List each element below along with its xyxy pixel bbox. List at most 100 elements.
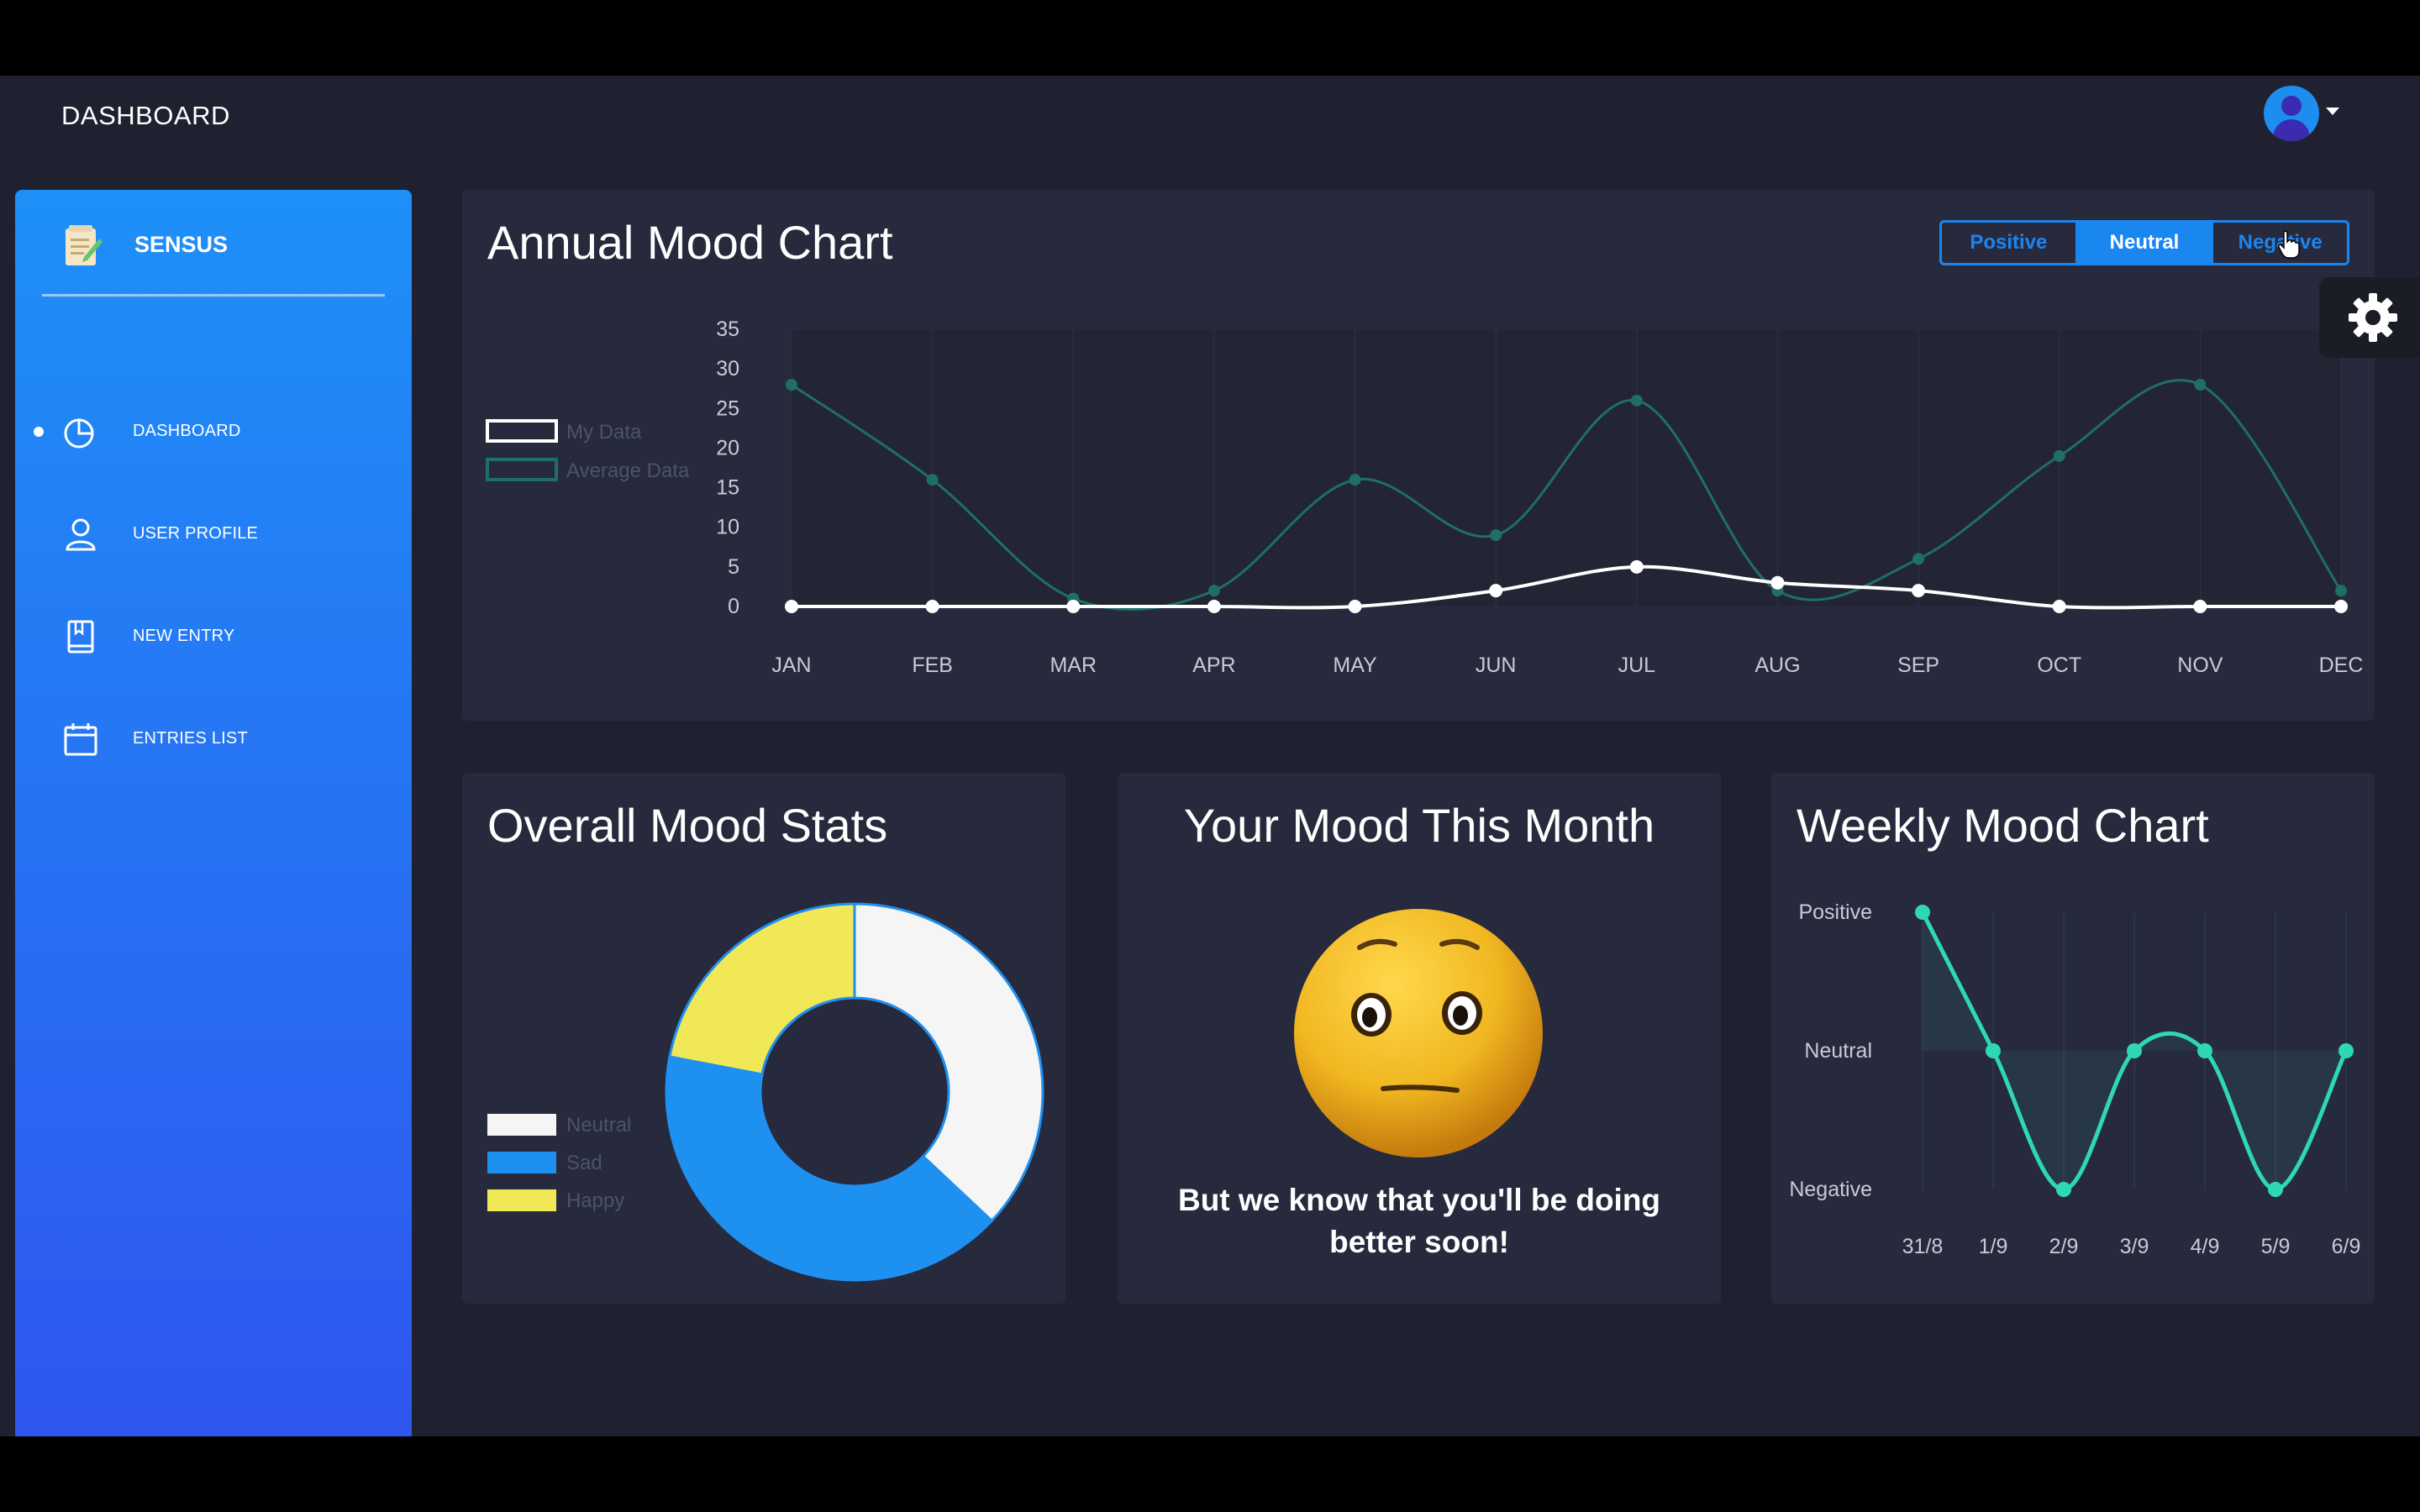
y-tick-label: 15 <box>716 476 739 500</box>
legend-swatch <box>487 1189 556 1211</box>
card-title: Your Mood This Month <box>1183 799 1655 852</box>
data-point <box>2197 1043 2212 1058</box>
data-point <box>1489 584 1503 598</box>
user-icon <box>66 518 96 551</box>
data-point <box>785 600 798 613</box>
sidebar-item-label: NEW ENTRY <box>133 627 235 645</box>
legend-swatch <box>487 1114 556 1136</box>
y-tick-label: 20 <box>716 436 739 459</box>
legend-label: Neutral <box>566 1114 631 1137</box>
data-point <box>1770 575 1785 590</box>
y-tick-label: 0 <box>728 595 739 618</box>
hand-cursor-icon <box>2278 230 2300 259</box>
top-bar: DASHBOARD <box>0 76 2420 156</box>
data-point <box>2194 379 2207 391</box>
avatar[interactable] <box>2264 86 2319 141</box>
data-point <box>1986 1043 2001 1058</box>
x-tick-label: DEC <box>2319 654 2364 677</box>
y-tick-label: Positive <box>1798 900 1872 924</box>
data-point <box>1912 584 1926 598</box>
overall-stats-card: Overall Mood Stats Neutral Sad Happy <box>462 773 1065 1304</box>
data-point <box>2056 1182 2071 1197</box>
sidebar: SENSUS DASHBOARD USER PROFILE NEW ENTRY … <box>15 190 412 1436</box>
x-tick-label: OCT <box>2037 654 2081 677</box>
x-tick-label: JUN <box>1476 654 1517 677</box>
x-tick-label: 6/9 <box>2332 1235 2361 1258</box>
brand-name: SENSUS <box>134 232 229 257</box>
data-point <box>1349 474 1361 486</box>
page-title: DASHBOARD <box>61 101 230 130</box>
x-tick-label: SEP <box>1897 654 1939 677</box>
sidebar-item-new-entry[interactable]: NEW ENTRY <box>15 606 412 665</box>
data-point <box>2053 449 2065 462</box>
y-tick-label: Negative <box>1789 1178 1872 1201</box>
data-point <box>1915 905 1930 920</box>
sidebar-item-label: ENTRIES LIST <box>133 729 248 748</box>
brand-divider <box>42 294 385 297</box>
worried-face-emoji <box>1294 909 1543 1158</box>
settings-button[interactable] <box>2319 277 2420 358</box>
calendar-icon <box>64 723 97 756</box>
notepad-icon <box>66 225 103 265</box>
legend-swatch <box>486 419 558 443</box>
data-point <box>2334 600 2348 613</box>
y-tick-label: 30 <box>716 357 739 381</box>
data-point <box>2127 1043 2142 1058</box>
x-tick-label: MAR <box>1050 654 1097 677</box>
weekly-chart: 31/8 1/9 2/9 3/9 4/9 5/9 6/9 Negative Neutral Pos… <box>1789 900 2361 1258</box>
app-window: DASHBOARD SENSUS DASHBOARD USER PROFILE … <box>0 76 2420 1436</box>
book-icon <box>67 620 94 654</box>
x-tick-label: JUL <box>1618 654 1656 677</box>
sidebar-item-entries-list[interactable]: ENTRIES LIST <box>15 709 412 768</box>
x-tick-label: NOV <box>2177 654 2223 677</box>
x-tick-label: 2/9 <box>2049 1235 2079 1258</box>
data-point <box>2268 1182 2283 1197</box>
pie-chart-icon <box>64 418 94 449</box>
legend-label: Average Data <box>566 459 690 482</box>
gear-icon <box>2349 293 2397 342</box>
x-tick-label: 1/9 <box>1979 1235 2008 1258</box>
y-tick-label: 25 <box>716 396 739 420</box>
annual-mood-card: Annual Mood Chart Positive Neutral Negat… <box>462 190 2375 721</box>
donut-slice <box>853 902 1044 1223</box>
active-indicator <box>34 427 44 437</box>
data-point <box>926 474 939 486</box>
y-tick-label: 10 <box>716 516 739 539</box>
x-tick-label: 4/9 <box>2191 1235 2220 1258</box>
data-point <box>2335 585 2347 597</box>
data-point <box>1207 585 1220 597</box>
chevron-down-icon[interactable] <box>2326 108 2339 115</box>
data-point <box>1490 529 1502 542</box>
mood-donut-chart: Neutral Sad Happy <box>487 902 1044 1282</box>
mood-message: But we know that you'll be doing better … <box>1177 1183 1661 1259</box>
sidebar-item-dashboard[interactable]: DASHBOARD <box>15 402 412 460</box>
legend-label: Sad <box>566 1152 602 1174</box>
data-point <box>1066 600 1081 613</box>
x-tick-label: 5/9 <box>2261 1235 2291 1258</box>
weekly-mood-card: Weekly Mood Chart 31/8 1/9 2/9 3/9 4/9 5/9 6/9… <box>1771 773 2375 1304</box>
y-tick-label: 35 <box>716 318 739 341</box>
legend-swatch <box>487 1152 556 1173</box>
data-point <box>1912 553 1925 565</box>
annual-chart: JAN FEB MAR APR MAY JUN JUL AUG SEP OCT NOV DEC 0 5 10… <box>486 318 2364 677</box>
legend-swatch <box>486 458 558 481</box>
data-point <box>2052 600 2066 613</box>
x-tick-label: 3/9 <box>2120 1235 2149 1258</box>
x-tick-label: AUG <box>1754 654 1800 677</box>
data-point <box>2193 600 2207 613</box>
x-tick-label: FEB <box>912 654 953 677</box>
x-tick-label: 31/8 <box>1902 1235 1944 1258</box>
data-point <box>1629 559 1644 574</box>
avatar-body <box>2273 119 2310 141</box>
legend-label: My Data <box>566 421 642 444</box>
sidebar-item-user-profile[interactable]: USER PROFILE <box>15 504 412 563</box>
x-tick-label: JAN <box>771 654 811 677</box>
data-point <box>786 379 797 391</box>
data-point <box>1348 600 1362 613</box>
x-tick-label: APR <box>1192 654 1235 677</box>
data-point <box>2338 1043 2354 1058</box>
data-point <box>1630 394 1643 407</box>
data-point <box>1207 600 1221 613</box>
monthly-mood-card: Your Mood This Month But we know that yo… <box>1118 773 1721 1304</box>
sidebar-item-label: DASHBOARD <box>133 422 241 440</box>
